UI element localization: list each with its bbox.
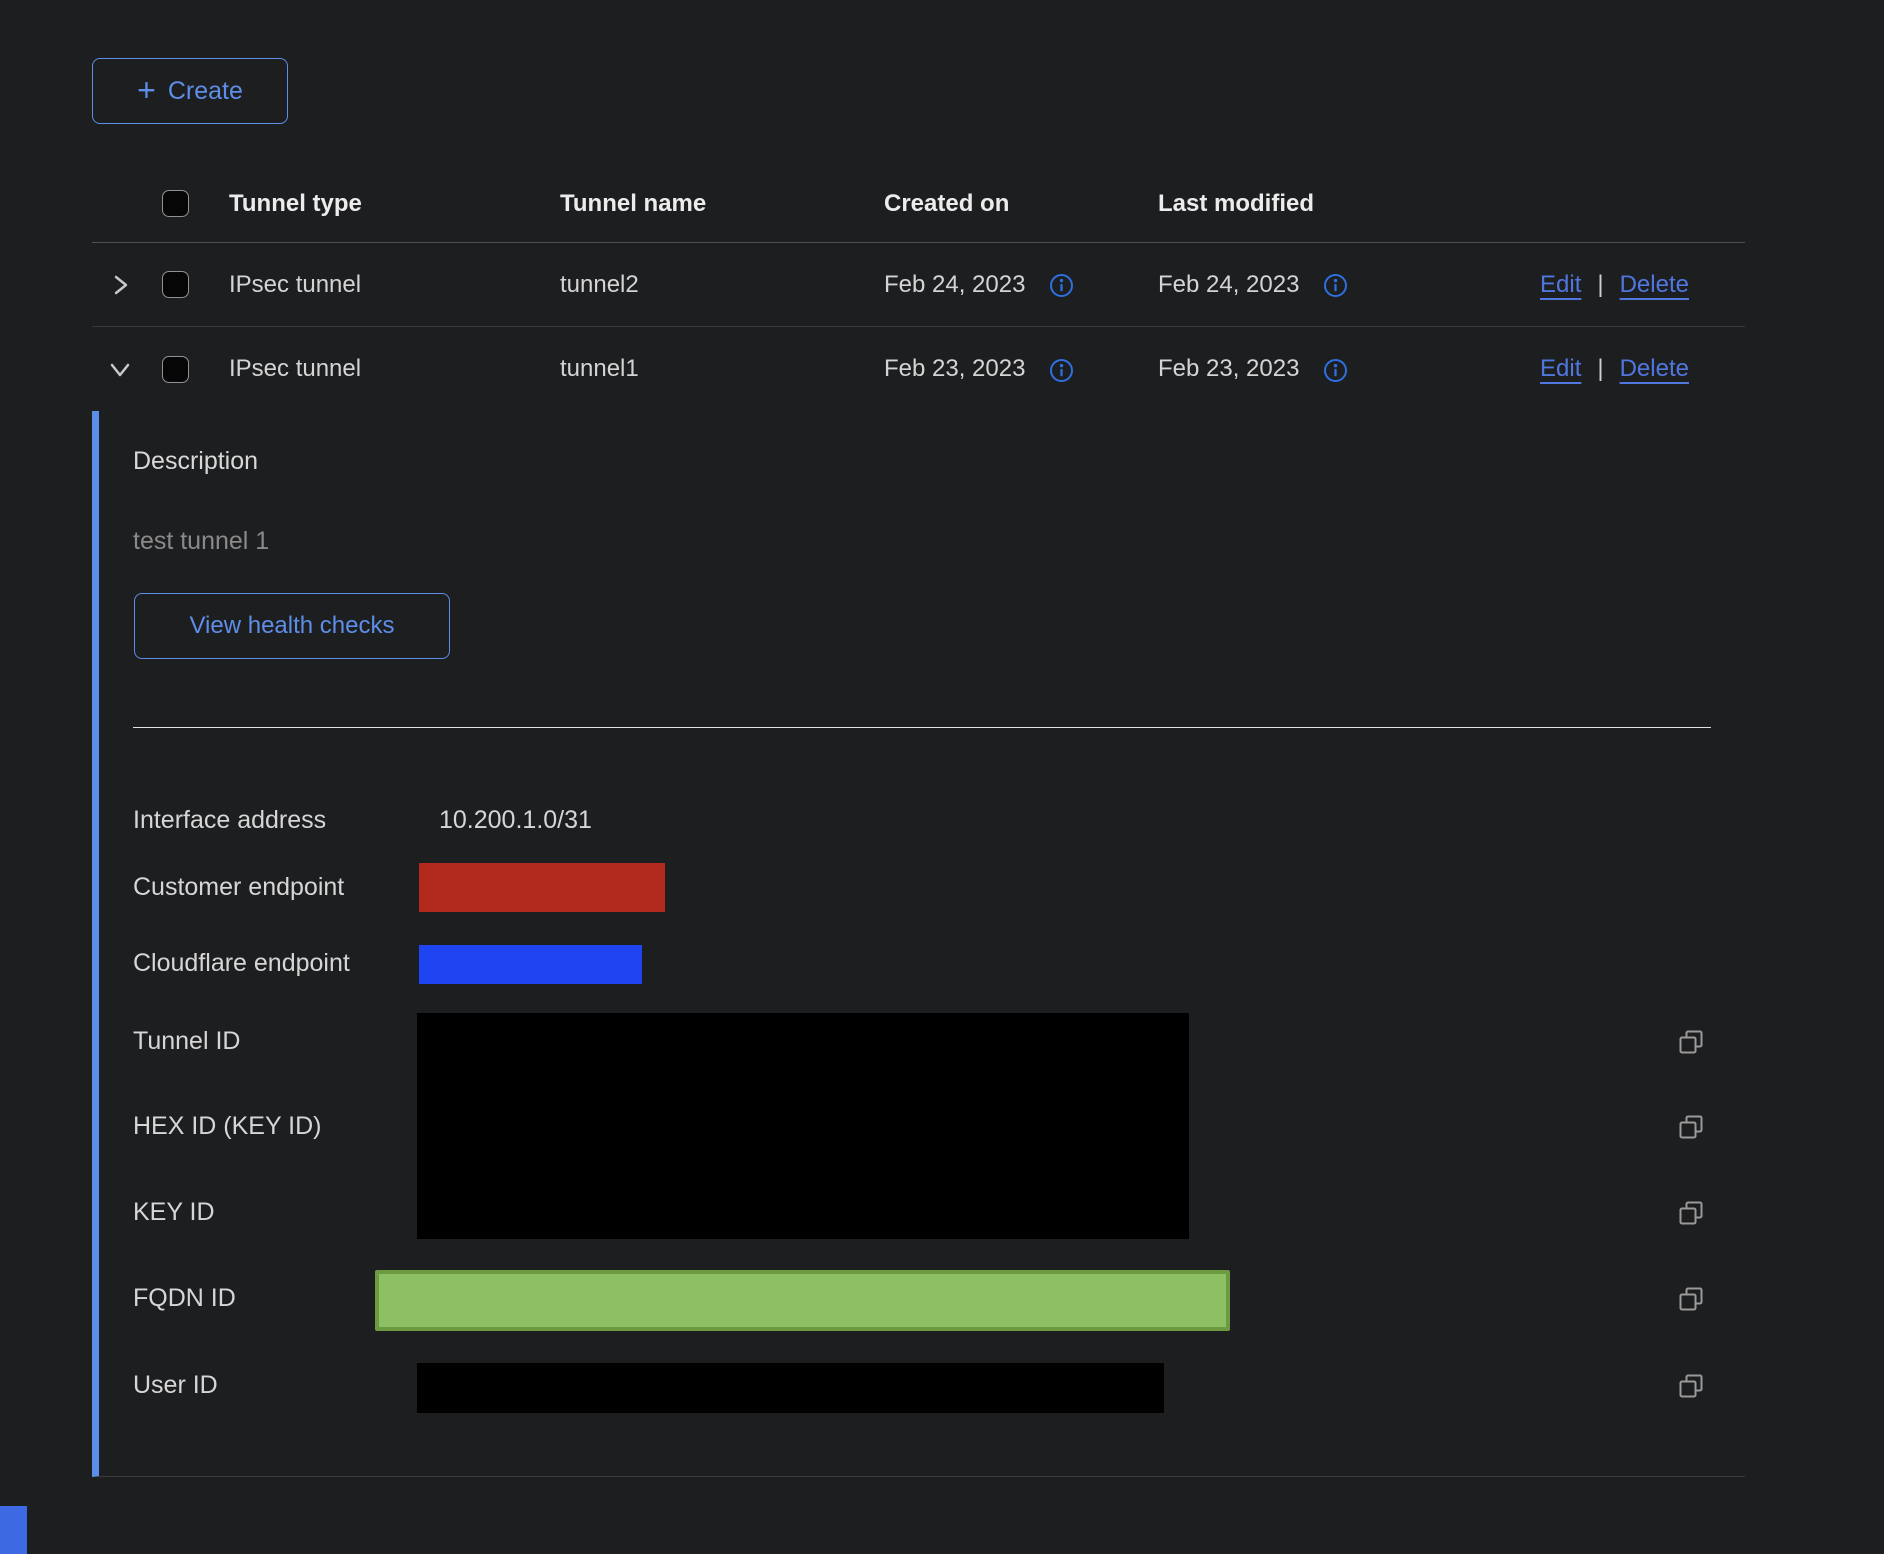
column-header-created-on: Created on [884,190,1158,218]
row-checkbox[interactable] [162,356,189,383]
fqdn-id-label: FQDN ID [133,1284,236,1313]
column-header-tunnel-type: Tunnel type [229,190,560,218]
bottom-left-partial-blue-element [0,1506,27,1554]
tunnel-name-cell: tunnel2 [560,271,884,299]
hex-id-label: HEX ID (KEY ID) [133,1112,321,1141]
copy-key-id-button[interactable] [1677,1199,1705,1227]
panel-divider [133,727,1711,728]
tunnel-type-cell: IPsec tunnel [229,271,560,299]
info-icon[interactable] [1049,273,1074,298]
table-row: IPsec tunnel tunnel1 Feb 23, 2023 Feb 23… [92,327,1745,411]
table-header-row: Tunnel type Tunnel name Created on Last … [92,165,1745,243]
select-all-checkbox[interactable] [162,190,189,217]
user-id-redacted-value [417,1363,1164,1413]
column-header-tunnel-name: Tunnel name [560,190,884,218]
customer-endpoint-redacted-value [419,863,665,912]
edit-link[interactable]: Edit [1540,271,1581,299]
key-id-label: KEY ID [133,1198,215,1227]
copy-tunnel-id-button[interactable] [1677,1028,1705,1056]
description-label: Description [133,447,258,476]
copy-user-id-button[interactable] [1677,1372,1705,1400]
ids-redacted-value [417,1013,1189,1239]
expand-chevron-right-icon[interactable] [106,271,134,299]
user-id-label: User ID [133,1371,218,1400]
info-icon[interactable] [1323,358,1348,383]
create-button-label: Create [168,77,243,106]
info-icon[interactable] [1323,273,1348,298]
fqdn-id-redacted-value [375,1270,1230,1331]
create-button[interactable]: + Create [92,58,288,124]
collapse-chevron-down-icon[interactable] [106,355,134,383]
cloudflare-endpoint-redacted-value [419,945,642,984]
edit-link[interactable]: Edit [1540,355,1581,383]
customer-endpoint-label: Customer endpoint [133,873,344,902]
created-on-cell: Feb 24, 2023 [884,271,1025,299]
created-on-cell: Feb 23, 2023 [884,355,1025,383]
delete-link[interactable]: Delete [1620,355,1689,383]
table-row: IPsec tunnel tunnel2 Feb 24, 2023 Feb 24… [92,243,1745,327]
row-checkbox[interactable] [162,271,189,298]
last-modified-cell: Feb 23, 2023 [1158,355,1299,383]
info-icon[interactable] [1049,358,1074,383]
copy-fqdn-id-button[interactable] [1677,1285,1705,1313]
tunnels-page: + Create Tunnel type Tunnel name Created… [0,0,1884,1554]
tunnel-id-label: Tunnel ID [133,1027,240,1056]
delete-link[interactable]: Delete [1620,271,1689,299]
action-separator: | [1597,271,1603,299]
tunnel-detail-panel: Description test tunnel 1 View health ch… [92,411,1745,1477]
column-header-last-modified: Last modified [1158,190,1540,218]
interface-address-value: 10.200.1.0/31 [439,806,592,835]
tunnel-type-cell: IPsec tunnel [229,355,560,383]
copy-hex-id-button[interactable] [1677,1113,1705,1141]
plus-icon: + [137,74,156,106]
cloudflare-endpoint-label: Cloudflare endpoint [133,949,350,978]
action-separator: | [1597,355,1603,383]
description-value: test tunnel 1 [133,527,269,556]
interface-address-label: Interface address [133,806,326,835]
last-modified-cell: Feb 24, 2023 [1158,271,1299,299]
view-health-checks-button[interactable]: View health checks [134,593,450,659]
tunnel-name-cell: tunnel1 [560,355,884,383]
